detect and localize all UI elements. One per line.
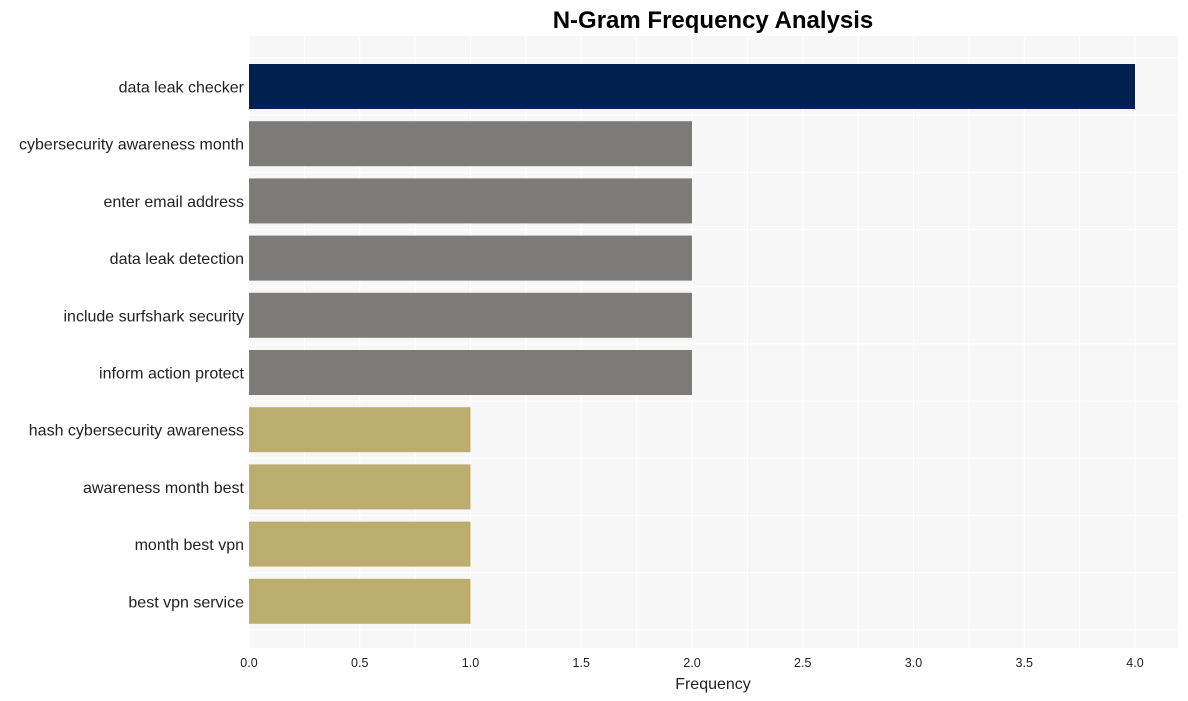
y-tick-label: hash cybersecurity awareness [29,423,244,440]
bar [249,121,692,167]
chart-title: N-Gram Frequency Analysis [553,7,874,34]
bar [249,578,471,624]
y-tick-label: month best vpn [135,537,244,554]
x-tick-label: 2.0 [683,656,700,670]
bar [249,178,692,224]
y-tick-label: awareness month best [83,480,245,497]
ngram-bar-chart: data leak checker cybersecurity awareness… [19,7,1178,693]
x-tick-label: 2.5 [794,656,811,670]
x-tick-label: 4.0 [1126,656,1143,670]
bar [249,235,692,281]
bar [249,464,471,510]
y-axis-labels: data leak checker cybersecurity awareness… [19,80,245,612]
x-tick-label: 3.5 [1016,656,1033,670]
y-tick-label: include surfshark security [63,308,244,325]
y-tick-label: data leak detection [110,251,244,268]
x-tick-label: 3.0 [905,656,922,670]
x-tick-label: 0.5 [351,656,368,670]
bar [249,64,1135,109]
x-axis-ticks: 0.0 0.5 1.0 1.5 2.0 2.5 3.0 3.5 4.0 [240,656,1143,670]
x-tick-label: 1.0 [462,656,479,670]
y-tick-label: cybersecurity awareness month [19,137,244,154]
y-tick-label: best vpn service [128,594,244,611]
x-tick-label: 1.5 [573,656,590,670]
bar [249,292,692,338]
y-tick-label: inform action protect [99,366,245,383]
bar [249,521,471,567]
x-axis-label: Frequency [675,676,751,693]
x-tick-label: 0.0 [240,656,257,670]
y-tick-label: data leak checker [119,80,245,97]
y-tick-label: enter email address [103,194,244,211]
bar [249,350,692,395]
bar [249,407,471,453]
